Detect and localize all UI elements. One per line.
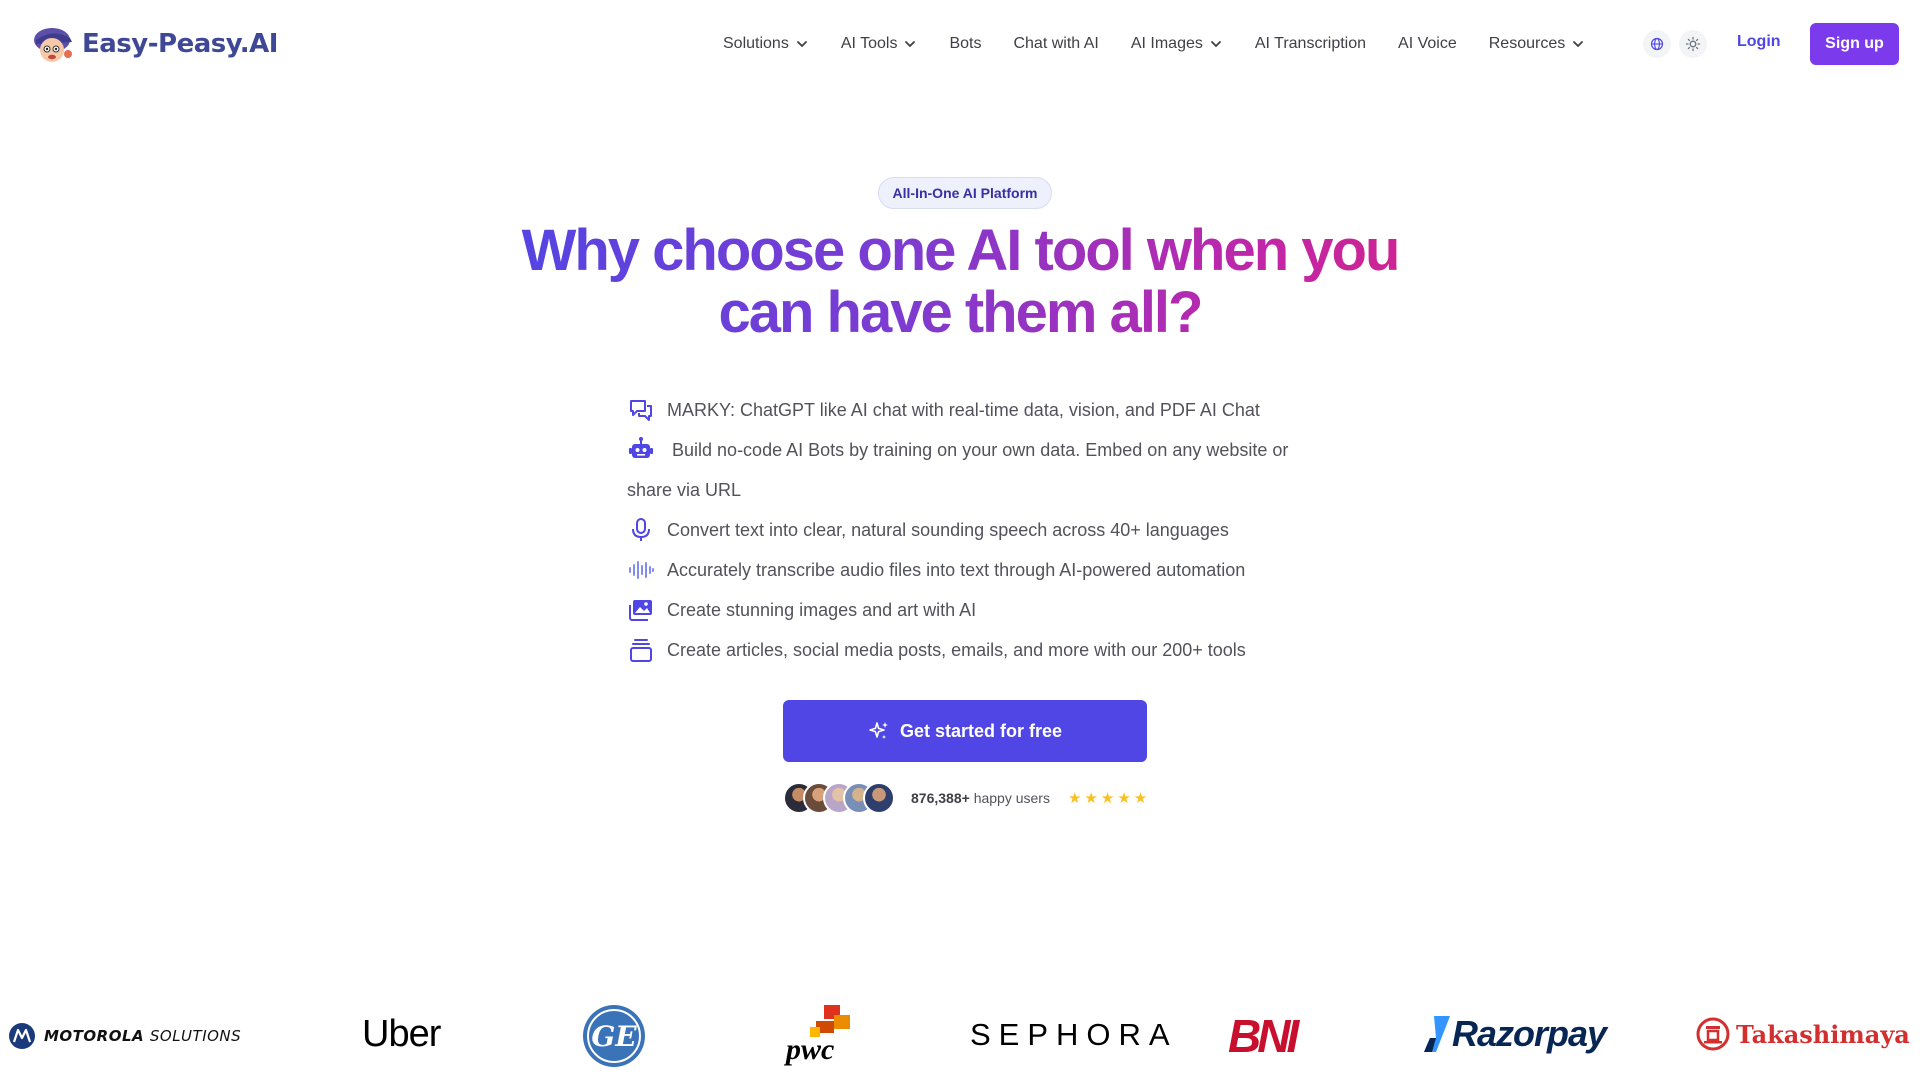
signup-button[interactable]: Sign up xyxy=(1810,23,1899,65)
nav-ai-transcription[interactable]: AI Transcription xyxy=(1255,35,1366,53)
nav-resources[interactable]: Resources xyxy=(1489,35,1585,53)
headline-line-1: Why choose one AI tool when you xyxy=(521,218,1399,283)
ge-text: GE xyxy=(591,1020,637,1053)
takashimaya-emblem-icon xyxy=(1696,1017,1730,1051)
hero-headline: Why choose one AI tool when you can have… xyxy=(460,220,1460,344)
waveform-icon xyxy=(629,561,654,579)
nav-label: Resources xyxy=(1488,35,1566,52)
pwc-logo: pwc xyxy=(786,1005,866,1071)
users-count-number: 876,388+ xyxy=(911,790,970,806)
feature-item-images: Create stunning images and art with AI xyxy=(627,590,1297,630)
images-icon xyxy=(629,600,652,621)
feature-text: Create articles, social media posts, ema… xyxy=(667,640,1246,660)
mascot-logo-icon xyxy=(34,28,72,62)
sparkles-icon xyxy=(869,722,888,739)
nav-chat-with-ai[interactable]: Chat with AI xyxy=(1013,35,1098,53)
user-avatars xyxy=(783,782,895,814)
brand-name: Easy-Peasy.AI xyxy=(82,29,278,59)
social-proof: 876,388+ happy users ★ ★ ★ ★ ★ xyxy=(783,782,1147,814)
takashimaya-logo: Takashimaya xyxy=(1696,1017,1910,1051)
stack-icon xyxy=(630,639,652,662)
razorpay-wordmark: Razorpay xyxy=(1452,1013,1607,1054)
star-icon: ★ xyxy=(1133,788,1148,807)
platform-badge: All-In-One AI Platform xyxy=(878,177,1052,209)
users-count-suffix: happy users xyxy=(973,790,1050,806)
nav-label: AI Tools xyxy=(840,35,898,52)
rating-stars: ★ ★ ★ ★ ★ xyxy=(1067,788,1148,807)
chevron-down-icon xyxy=(1573,41,1584,48)
headline-line-2: can have them all? xyxy=(718,280,1202,345)
login-link[interactable]: Login xyxy=(1737,33,1781,51)
nav-label: Chat with AI xyxy=(1013,35,1099,52)
chat-bubbles-icon xyxy=(630,400,652,421)
get-started-button[interactable]: Get started for free xyxy=(783,700,1147,762)
feature-list: MARKY: ChatGPT like AI chat with real-ti… xyxy=(627,390,1297,670)
razorpay-logo: Razorpay xyxy=(1424,1013,1607,1055)
robot-icon xyxy=(629,437,653,459)
motorola-batwing-icon xyxy=(9,1023,35,1049)
star-icon: ★ xyxy=(1067,788,1082,807)
motorola-bold: MOTOROLA xyxy=(44,1027,145,1045)
uber-logo: Uber xyxy=(362,1013,441,1055)
feature-text: Convert text into clear, natural soundin… xyxy=(667,520,1229,540)
sun-icon xyxy=(1685,36,1701,52)
motorola-wordmark: MOTOROLA SOLUTIONS xyxy=(44,1027,241,1045)
feature-item-voice: Convert text into clear, natural soundin… xyxy=(627,510,1297,550)
happy-users-count: 876,388+ happy users xyxy=(911,790,1050,806)
nav-solutions[interactable]: Solutions xyxy=(723,35,809,53)
chevron-down-icon xyxy=(1210,41,1221,48)
microphone-icon xyxy=(632,518,650,541)
star-icon: ★ xyxy=(1100,788,1115,807)
feature-text: Create stunning images and art with AI xyxy=(667,600,977,620)
nav-label: AI Voice xyxy=(1398,35,1457,52)
ge-logo: GE xyxy=(582,1004,646,1068)
ge-monogram-icon: GE xyxy=(583,1005,645,1067)
customer-logo-strip: MOTOROLA SOLUTIONS Uber GE pwc SEPHORA B… xyxy=(0,995,1920,1075)
star-icon: ★ xyxy=(1117,788,1131,807)
bni-logo: BNI xyxy=(1228,1010,1299,1062)
star-icon: ★ xyxy=(1084,788,1098,807)
feature-item-bots: Build no-code AI Bots by training on you… xyxy=(627,430,1297,510)
language-button[interactable] xyxy=(1643,30,1671,58)
feature-item-transcription: Accurately transcribe audio files into t… xyxy=(627,550,1297,590)
nav-label: Bots xyxy=(949,35,982,52)
nav-bots[interactable]: Bots xyxy=(949,35,981,53)
pwc-wordmark: pwc xyxy=(786,1033,835,1066)
cta-label: Get started for free xyxy=(899,720,1063,741)
sephora-logo: SEPHORA xyxy=(970,1017,1178,1052)
feature-item-writing: Create articles, social media posts, ema… xyxy=(627,630,1297,670)
motorola-rest: SOLUTIONS xyxy=(149,1027,242,1045)
nav-ai-tools[interactable]: AI Tools xyxy=(841,35,918,53)
nav-ai-images[interactable]: AI Images xyxy=(1131,35,1223,53)
chevron-down-icon xyxy=(796,41,807,48)
nav-label: Solutions xyxy=(723,35,789,52)
nav-ai-voice[interactable]: AI Voice xyxy=(1398,35,1457,53)
takashimaya-wordmark: Takashimaya xyxy=(1736,1019,1910,1049)
top-navbar: Easy-Peasy.AI Solutions AI Tools Bots Ch… xyxy=(0,0,1920,88)
globe-icon xyxy=(1650,37,1664,51)
chevron-down-icon xyxy=(905,41,916,48)
brand-logo[interactable]: Easy-Peasy.AI xyxy=(30,24,278,64)
feature-text: Build no-code AI Bots by training on you… xyxy=(627,440,1289,500)
nav-label: AI Transcription xyxy=(1254,35,1367,52)
motorola-logo: MOTOROLA SOLUTIONS xyxy=(8,1022,241,1050)
theme-toggle-button[interactable] xyxy=(1679,30,1707,58)
razorpay-mark-icon xyxy=(1424,1016,1450,1052)
feature-text: Accurately transcribe audio files into t… xyxy=(667,560,1246,580)
main-nav: Solutions AI Tools Bots Chat with AI AI … xyxy=(723,31,1617,57)
feature-item-chat: MARKY: ChatGPT like AI chat with real-ti… xyxy=(627,390,1297,430)
feature-text: MARKY: ChatGPT like AI chat with real-ti… xyxy=(667,400,1260,420)
avatar xyxy=(863,782,895,814)
nav-label: AI Images xyxy=(1130,35,1203,52)
